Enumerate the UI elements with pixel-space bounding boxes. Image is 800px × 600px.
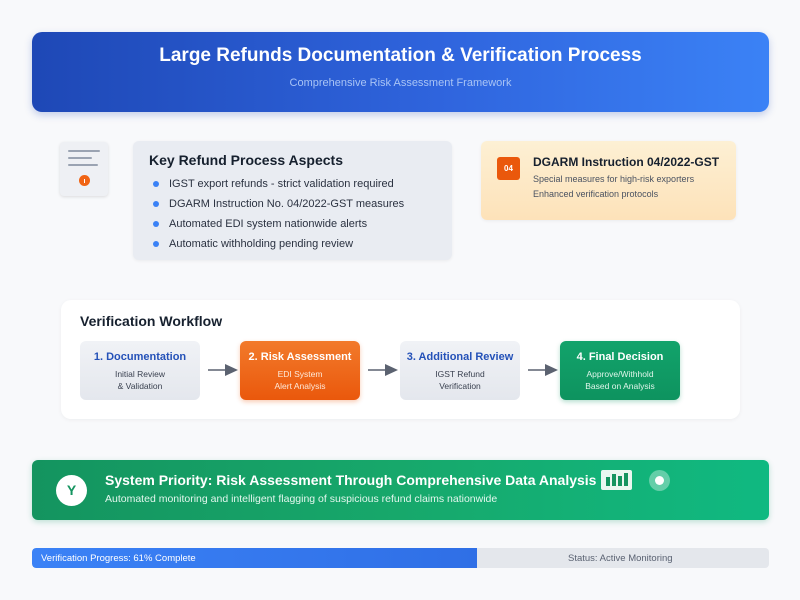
status-text: Status: Active Monitoring bbox=[568, 553, 673, 564]
step-description: EDI System Alert Analysis bbox=[240, 368, 360, 392]
list-item: DGARM Instruction No. 04/2022-GST measur… bbox=[149, 197, 452, 217]
step-title: 3. Additional Review bbox=[406, 351, 514, 363]
dgarm-title: DGARM Instruction 04/2022-GST bbox=[533, 155, 720, 169]
alert-dot-icon bbox=[79, 175, 90, 186]
page-subtitle: Comprehensive Risk Assessment Framework bbox=[289, 77, 512, 89]
step-line: Alert Analysis bbox=[274, 381, 326, 391]
key-aspects-title: Key Refund Process Aspects bbox=[149, 152, 343, 168]
step-line: Initial Review bbox=[114, 369, 166, 379]
page-title: Large Refunds Documentation & Verificati… bbox=[159, 45, 642, 66]
system-priority-banner: Y System Priority: Risk Assessment Throu… bbox=[32, 460, 769, 520]
step-line: Based on Analysis bbox=[585, 381, 655, 391]
priority-title: System Priority: Risk Assessment Through… bbox=[105, 472, 597, 488]
list-item: Automated EDI system nationwide alerts bbox=[149, 217, 452, 237]
workflow-step-documentation[interactable]: 1. Documentation Initial Review & Valida… bbox=[80, 341, 200, 400]
key-aspects-card: Key Refund Process Aspects IGST export r… bbox=[133, 141, 452, 260]
document-alert-icon bbox=[60, 142, 108, 196]
instruction-number-badge: 04 bbox=[497, 157, 520, 180]
step-description: IGST Refund Verification bbox=[400, 368, 520, 392]
step-title: 2. Risk Assessment bbox=[248, 351, 352, 363]
workflow-step-final-decision[interactable]: 4. Final Decision Approve/Withhold Based… bbox=[560, 341, 680, 400]
step-line: & Validation bbox=[117, 381, 163, 391]
dgarm-description-2: Enhanced verification protocols bbox=[533, 189, 659, 199]
priority-logo-icon: Y bbox=[56, 475, 87, 506]
step-description: Initial Review & Validation bbox=[80, 368, 200, 392]
target-icon bbox=[649, 470, 670, 491]
key-aspects-list: IGST export refunds - strict validation … bbox=[149, 177, 452, 257]
step-title: 4. Final Decision bbox=[576, 351, 664, 363]
step-line: Approve/Withhold bbox=[586, 369, 654, 379]
arrow-right-icon bbox=[368, 364, 398, 376]
workflow-step-risk-assessment[interactable]: 2. Risk Assessment EDI System Alert Anal… bbox=[240, 341, 360, 400]
verification-progress-bar: Verification Progress: 61% Complete Stat… bbox=[32, 548, 769, 568]
list-item: Automatic withholding pending review bbox=[149, 237, 452, 257]
bar-chart-icon bbox=[601, 470, 632, 490]
step-description: Approve/Withhold Based on Analysis bbox=[560, 368, 680, 392]
dgarm-instruction-card: 04 DGARM Instruction 04/2022-GST Special… bbox=[481, 141, 736, 220]
header-banner: Large Refunds Documentation & Verificati… bbox=[32, 32, 769, 112]
list-item: IGST export refunds - strict validation … bbox=[149, 177, 452, 197]
verification-workflow-panel: Verification Workflow 1. Documentation I… bbox=[61, 300, 740, 419]
workflow-title: Verification Workflow bbox=[80, 313, 223, 329]
dgarm-description-1: Special measures for high-risk exporters bbox=[533, 174, 695, 184]
step-line: Verification bbox=[439, 381, 481, 391]
step-line: IGST Refund bbox=[435, 369, 485, 379]
workflow-step-additional-review[interactable]: 3. Additional Review IGST Refund Verific… bbox=[400, 341, 520, 400]
priority-subtitle: Automated monitoring and intelligent fla… bbox=[105, 493, 498, 505]
arrow-right-icon bbox=[528, 364, 558, 376]
arrow-right-icon bbox=[208, 364, 238, 376]
step-line: EDI System bbox=[277, 369, 323, 379]
progress-label: Verification Progress: 61% Complete bbox=[41, 553, 196, 564]
step-title: 1. Documentation bbox=[93, 351, 187, 363]
